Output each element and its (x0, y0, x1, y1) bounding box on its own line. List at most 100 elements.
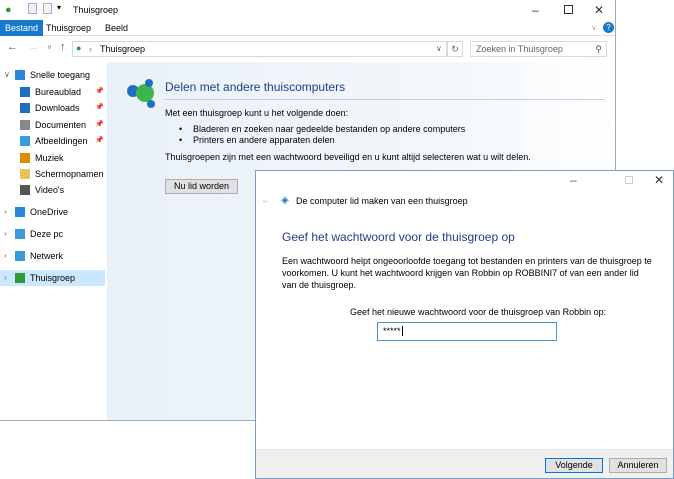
forward-button[interactable]: → (28, 41, 39, 53)
sidebar-item[interactable]: Video's (0, 182, 105, 198)
sidebar-item-label: Thuisgroep (30, 273, 76, 283)
folder-icon (20, 136, 30, 146)
chevron-right-icon[interactable]: › (4, 204, 7, 220)
folder-icon (20, 169, 30, 179)
folder-icon (20, 120, 30, 130)
dialog-heading: Geef het wachtwoord voor de thuisgroep o… (282, 230, 515, 244)
sidebar-item[interactable]: › Deze pc (0, 226, 105, 242)
homegroup-icon: ● (76, 43, 82, 53)
folder-icon (20, 153, 30, 163)
ribbon: Bestand Thuisgroep Beeld ∨ ? (0, 20, 615, 36)
search-placeholder: Zoeken in Thuisgroep (476, 44, 563, 54)
dialog-footer: Volgende Annuleren (256, 449, 673, 478)
sidebar-item-label: Netwerk (30, 251, 64, 261)
tab-thuisgroep[interactable]: Thuisgroep (41, 20, 96, 36)
address-bar[interactable]: ● › Thuisgroep ∨ (72, 41, 447, 57)
properties-icon[interactable] (28, 3, 37, 14)
note-text: Thuisgroepen zijn met een wachtwoord bev… (165, 152, 531, 162)
sidebar-item[interactable]: › Netwerk (0, 248, 105, 264)
sidebar-item-label: Snelle toegang (30, 70, 91, 80)
homegroup-icon: ● (5, 4, 12, 16)
password-value: ***** (383, 326, 401, 336)
bullet-item: • Bladeren en zoeken naar gedeelde bestan… (179, 124, 466, 134)
text-cursor (401, 326, 403, 336)
join-homegroup-dialog: – ✕ ← ◈ De computer lid maken van een th… (255, 170, 674, 479)
breadcrumb-separator-icon: › (89, 44, 92, 54)
sidebar-item-label: Deze pc (30, 229, 64, 239)
chevron-down-icon[interactable]: ∨ (4, 67, 10, 83)
pin-icon: 📌 (95, 104, 104, 111)
dialog-header: De computer lid maken van een thuisgroep (296, 196, 468, 206)
sidebar-item[interactable]: Schermopnamen (0, 166, 105, 182)
next-button[interactable]: Volgende (545, 458, 603, 473)
bullet-item: • Printers en andere apparaten delen (179, 135, 335, 145)
new-folder-icon[interactable] (43, 3, 52, 14)
sidebar-item[interactable]: › Thuisgroep (0, 270, 105, 286)
folder-icon (20, 103, 30, 113)
tab-bestand[interactable]: Bestand (0, 20, 44, 36)
folder-icon (15, 70, 25, 80)
refresh-icon[interactable]: ↻ (447, 41, 463, 57)
intro-text: Met een thuisgroep kunt u het volgende d… (165, 108, 349, 118)
expand-ribbon-icon[interactable]: ∨ (591, 23, 597, 32)
folder-icon (20, 87, 30, 97)
homegroup-wizard-icon: ◈ (281, 195, 289, 206)
address-dropdown-icon[interactable]: ∨ (436, 44, 442, 53)
title-divider (165, 99, 605, 100)
pin-icon: 📌 (95, 137, 104, 144)
sidebar-item-label: Documenten (35, 120, 87, 130)
sidebar-item-label: OneDrive (30, 207, 69, 217)
close-button[interactable]: ✕ (594, 3, 604, 17)
pin-icon: 📌 (95, 88, 104, 95)
maximize-button[interactable] (564, 5, 573, 14)
cancel-button[interactable]: Annuleren (609, 458, 667, 473)
sidebar-item[interactable]: Bureaublad 📌 (0, 84, 105, 100)
dialog-maximize-button (625, 176, 633, 184)
navigation-pane: ∨ Snelle toegang Bureaublad 📌 Downloads 📌 Docu… (0, 67, 105, 417)
password-input[interactable]: ***** (377, 322, 557, 341)
title-bar: ● ▾ Thuisgroep – ✕ (0, 0, 615, 20)
bullet-text: Bladeren en zoeken naar gedeelde bestand… (193, 124, 466, 134)
sidebar-item-label: Bureaublad (35, 87, 82, 97)
sidebar-item-label: Downloads (35, 103, 80, 113)
sidebar-item[interactable]: › OneDrive (0, 204, 105, 220)
sidebar-item-label: Afbeeldingen (35, 136, 88, 146)
folder-icon (15, 229, 25, 239)
help-icon[interactable]: ? (603, 22, 614, 33)
sidebar-item[interactable]: Muziek (0, 150, 105, 166)
folder-icon (15, 251, 25, 261)
tab-beeld[interactable]: Beeld (100, 20, 133, 36)
bullet-text: Printers en andere apparaten delen (193, 135, 335, 145)
dialog-description: Een wachtwoord helpt ongeoorloofde toega… (282, 256, 652, 290)
chevron-right-icon[interactable]: › (4, 248, 7, 264)
recent-dropdown-icon[interactable]: ∨ (47, 43, 52, 51)
folder-icon (20, 185, 30, 195)
content-title: Delen met andere thuiscomputers (165, 80, 346, 94)
folder-icon (15, 273, 25, 283)
sidebar-item[interactable]: ∨ Snelle toegang (0, 67, 105, 83)
dialog-minimize-button[interactable]: – (570, 173, 577, 187)
breadcrumb-thuisgroep[interactable]: Thuisgroep (100, 44, 145, 54)
minimize-button[interactable]: – (532, 3, 539, 17)
back-button[interactable]: ← (7, 41, 18, 53)
pin-icon: 📌 (95, 121, 104, 128)
dialog-back-button[interactable]: ← (261, 195, 271, 206)
chevron-right-icon[interactable]: › (4, 270, 7, 286)
password-prompt: Geef het nieuwe wachtwoord voor de thuis… (350, 307, 607, 317)
quick-access-dropdown-icon[interactable]: ▾ (57, 3, 61, 12)
chevron-right-icon[interactable]: › (4, 226, 7, 242)
sidebar-item[interactable]: Documenten 📌 (0, 117, 105, 133)
search-icon: ⚲ (595, 44, 602, 54)
join-now-button[interactable]: Nu lid worden (165, 179, 238, 194)
window-title: Thuisgroep (73, 5, 119, 15)
sidebar-item-label: Muziek (35, 153, 64, 163)
search-input[interactable]: Zoeken in Thuisgroep ⚲ (470, 41, 607, 57)
up-button[interactable]: ↑ (60, 41, 66, 53)
dialog-close-button[interactable]: ✕ (654, 173, 664, 187)
sidebar-item-label: Schermopnamen (35, 169, 104, 179)
homegroup-logo-icon (127, 79, 155, 108)
sidebar-item-label: Video's (35, 185, 65, 195)
folder-icon (15, 207, 25, 217)
sidebar-item[interactable]: Afbeeldingen 📌 (0, 133, 105, 149)
sidebar-item[interactable]: Downloads 📌 (0, 100, 105, 116)
